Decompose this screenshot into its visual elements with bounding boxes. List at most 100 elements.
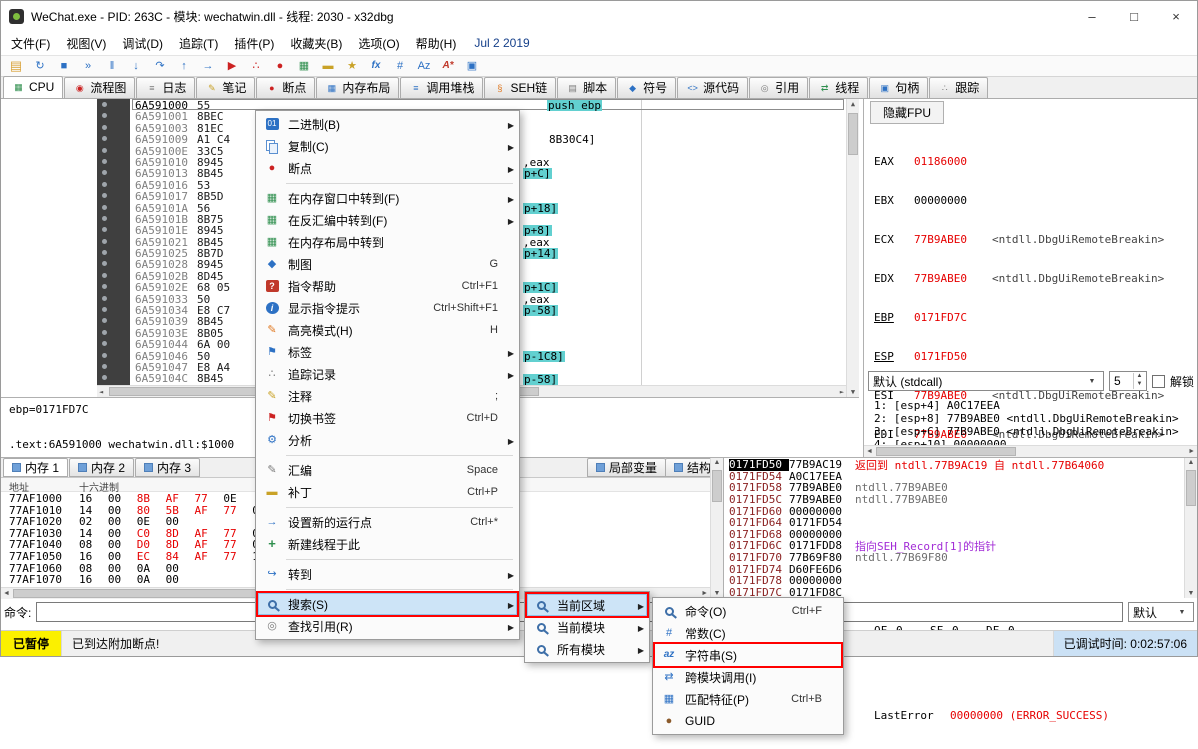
menu-item[interactable]: ▦ 匹配特征(P) Ctrl+B [655, 688, 841, 710]
tab-memory-map[interactable]: ▦内存布局 [316, 77, 399, 98]
dump-tab[interactable]: 内存 2 [69, 458, 134, 477]
menu-item[interactable]: 01 二进制(B) [258, 113, 517, 135]
tab-script[interactable]: ▤脚本 [557, 77, 616, 98]
stack-vertical-scrollbar[interactable] [1184, 458, 1197, 598]
menu-item[interactable]: ✎ 注释 ; [258, 385, 517, 407]
breakpoint-dot[interactable] [102, 182, 107, 187]
tab-seh[interactable]: §SEH链 [484, 77, 556, 98]
functions-icon[interactable]: fx [365, 56, 387, 76]
breakpoint-dot[interactable] [102, 170, 107, 175]
breakpoints-icon[interactable]: ● [269, 56, 291, 76]
breakpoint-dot[interactable] [102, 102, 107, 107]
scrollbar-thumb[interactable] [1186, 470, 1196, 506]
chevron-down-icon[interactable] [1085, 373, 1099, 389]
run-icon[interactable]: » [77, 56, 99, 76]
scrollbar-thumb[interactable] [848, 113, 858, 155]
register-row[interactable]: EAX01186000 [874, 155, 1164, 168]
menubar-item[interactable]: 调试(D) [114, 32, 171, 55]
maximize-button[interactable]: □ [1113, 1, 1155, 31]
menu-item[interactable]: 复制(C) [258, 135, 517, 157]
menu-item[interactable]: ✎ 高亮模式(H) H [258, 319, 517, 341]
tab-call-stack[interactable]: ≡调用堆栈 [400, 77, 483, 98]
menu-item[interactable]: ⚑ 标签 [258, 341, 517, 363]
skip-icon[interactable]: → [197, 56, 219, 76]
menu-item[interactable] [258, 503, 517, 511]
breakpoint-dot[interactable] [102, 284, 107, 289]
menu-item[interactable] [258, 585, 517, 593]
stack-row[interactable]: 0171FD58 77B9ABE0 ntdll.77B9ABE0 [724, 482, 1185, 494]
disasm-row[interactable]: 6A591000 55 [1, 99, 846, 110]
breakpoint-dot[interactable] [102, 273, 107, 278]
scrollbar-thumb[interactable] [876, 447, 1016, 456]
menubar-item[interactable]: 选项(O) [350, 32, 407, 55]
menu-item[interactable]: ▦ 在内存布局中转到 [258, 231, 517, 253]
menu-item[interactable]: + 新建线程于此 [258, 533, 517, 555]
run-to-return-icon[interactable]: ↑ [173, 56, 195, 76]
pause-icon[interactable]: ‖ [101, 56, 123, 76]
stop-icon[interactable]: ■ [53, 56, 75, 76]
menubar-item[interactable]: 插件(P) [226, 32, 282, 55]
dump-tab[interactable]: 内存 1 [3, 458, 68, 477]
menu-item[interactable]: ↪ 转到 [258, 563, 517, 585]
register-row[interactable]: EBX00000000 [874, 194, 1164, 207]
tab-notes[interactable]: ✎笔记 [196, 77, 255, 98]
breakpoint-dot[interactable] [102, 364, 107, 369]
restart-icon[interactable]: ↻ [29, 56, 51, 76]
menubar-item[interactable]: 追踪(T) [171, 32, 226, 55]
breakpoint-dot[interactable] [102, 318, 107, 323]
calling-convention-select[interactable]: 默认 (stdcall) [868, 371, 1104, 391]
argument-row[interactable]: 1: [esp+4] A0C17EEA [874, 399, 1179, 412]
trace-icon[interactable]: ∴ [245, 56, 267, 76]
breakpoint-dot[interactable] [102, 125, 107, 130]
regex-icon[interactable]: A* [437, 56, 459, 76]
dump-tab[interactable]: 内存 3 [135, 458, 200, 477]
open-file-icon[interactable]: ▤ [5, 56, 27, 76]
unlock-checkbox[interactable] [1152, 375, 1165, 388]
menu-item[interactable]: 当前区域 [527, 594, 647, 616]
argument-row[interactable]: 3: [esp+C] 77B9ABE0 <ntdll.DbgUiRemoteBr… [874, 425, 1179, 438]
case-icon[interactable]: Az [413, 56, 435, 76]
stack-row[interactable]: 0171FD50 77B9AC19 返回到 ntdll.77B9AC19 自 n… [724, 459, 1185, 471]
menu-item[interactable]: ⇄ 跨模块调用(I) [655, 666, 841, 688]
scrollbar-thumb[interactable] [13, 589, 273, 598]
breakpoint-dot[interactable] [102, 193, 107, 198]
menu-item[interactable]: → 设置新的运行点 Ctrl+* [258, 511, 517, 533]
menubar-item[interactable]: 文件(F) [3, 32, 58, 55]
menu-item[interactable]: ✎ 汇编 Space [258, 459, 517, 481]
breakpoint-dot[interactable] [102, 307, 107, 312]
tab-references[interactable]: ◎引用 [749, 77, 808, 98]
tab-symbols[interactable]: ◆符号 [617, 77, 676, 98]
arg-count-spinner[interactable]: 5 [1109, 371, 1147, 391]
menu-item[interactable]: ◆ 制图 G [258, 253, 517, 275]
breakpoint-dot[interactable] [102, 375, 107, 380]
stack-row[interactable]: 0171FD64 0171FD54 [724, 517, 1185, 529]
tab-cpu[interactable]: ▦CPU [3, 76, 63, 98]
dump-vertical-scrollbar[interactable] [710, 458, 723, 598]
menu-item[interactable]: ● GUID [655, 710, 841, 732]
spinner-arrows-icon[interactable] [1133, 373, 1145, 389]
last-error-row[interactable]: LastError00000000 (ERROR_SUCCESS) [874, 709, 1164, 722]
menubar-item[interactable]: 帮助(H) [408, 32, 465, 55]
dump-tab[interactable]: 局部变量 [587, 458, 666, 477]
menu-item[interactable]: 命令(O) Ctrl+F [655, 600, 841, 622]
breakpoint-dot[interactable] [102, 227, 107, 232]
registers-pane[interactable]: 隐藏FPU EAX01186000 EBX00000000 ECX77B9ABE… [863, 99, 1197, 457]
breakpoint-dot[interactable] [102, 296, 107, 301]
disasm-vertical-scrollbar[interactable] [846, 99, 859, 397]
animate-icon[interactable]: ▶ [221, 56, 243, 76]
breakpoint-dot[interactable] [102, 341, 107, 346]
breakpoint-dot[interactable] [102, 216, 107, 221]
hide-fpu-button[interactable]: 隐藏FPU [870, 101, 944, 124]
chevron-down-icon[interactable] [1175, 604, 1189, 620]
patch-icon[interactable]: ▬ [317, 56, 339, 76]
stack-row[interactable]: 0171FD5C 77B9ABE0 ntdll.77B9ABE0 [724, 494, 1185, 506]
register-row[interactable]: ECX77B9ABE0<ntdll.DbgUiRemoteBreakin> [874, 233, 1164, 246]
tab-breakpoints[interactable]: ●断点 [256, 77, 315, 98]
command-profile-select[interactable]: 默认 [1128, 602, 1194, 622]
menu-item[interactable]: ⚙ 分析 [258, 429, 517, 451]
breakpoint-dot[interactable] [102, 330, 107, 335]
menu-item[interactable] [258, 451, 517, 459]
tab-trace[interactable]: ∴跟踪 [929, 77, 988, 98]
menu-item[interactable] [258, 555, 517, 563]
tab-source[interactable]: <>源代码 [677, 77, 748, 98]
